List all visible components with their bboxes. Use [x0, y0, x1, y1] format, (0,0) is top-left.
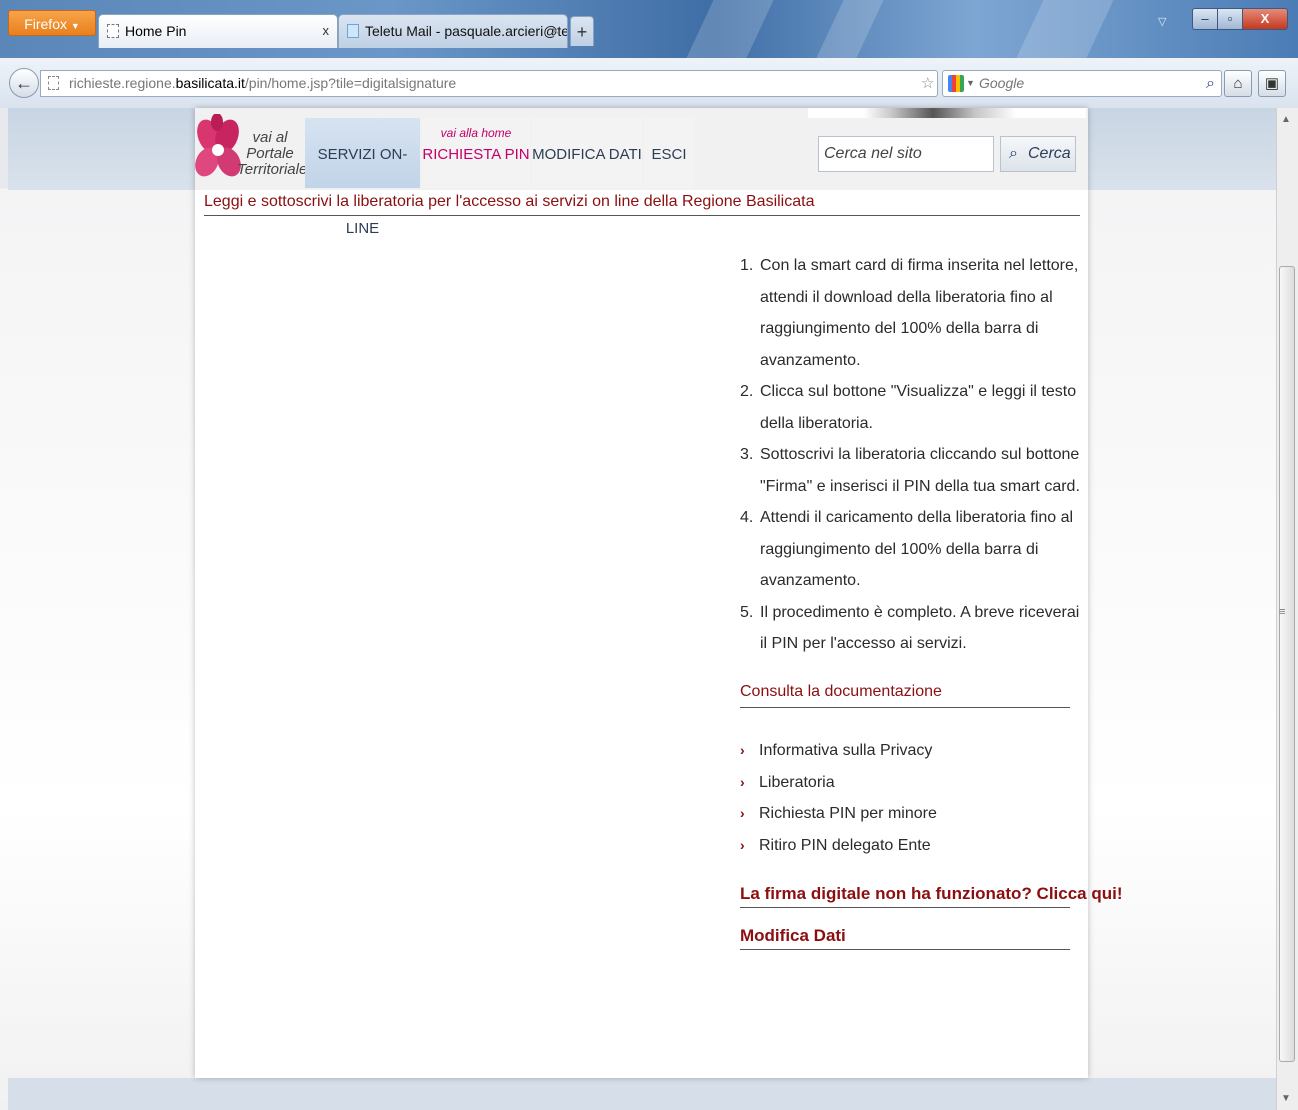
- nav-richiesta-pin[interactable]: vai alla home RICHIESTA PIN: [422, 118, 530, 188]
- search-icon[interactable]: ⌕: [1206, 71, 1215, 96]
- google-icon[interactable]: [948, 75, 964, 92]
- portal-logo[interactable]: vai al Portale Territoriale: [195, 110, 308, 188]
- chevron-right-icon: ›: [740, 836, 745, 853]
- modify-data-link[interactable]: Modifica Dati: [740, 926, 1070, 950]
- step-number: 3.: [740, 446, 754, 463]
- chevron-right-icon: ›: [740, 742, 745, 758]
- doc-link-label: Informativa sulla Privacy: [759, 742, 933, 759]
- tab-home-pin[interactable]: Home Pin x: [98, 14, 338, 48]
- chevron-down-icon: ▼: [70, 21, 80, 31]
- grip-icon: ≡: [1279, 606, 1286, 618]
- blank-page-icon: [107, 24, 119, 38]
- home-icon[interactable]: ⌂: [1224, 70, 1252, 97]
- doc-link-label: Richiesta PIN per minore: [759, 805, 937, 822]
- chevron-right-icon: ›: [740, 773, 745, 790]
- back-arrow-icon[interactable]: ←: [9, 68, 39, 98]
- instruction-step: 5. Il procedimento è completo. A breve ri…: [740, 597, 1080, 660]
- doc-link-label: Liberatoria: [759, 773, 835, 791]
- instruction-step: 2. Clicca sul bottone "Visualizza" e legg…: [740, 376, 1080, 439]
- close-tab-icon[interactable]: x: [323, 15, 330, 47]
- instruction-step: 4. Attendi il caricamento della liberator…: [740, 502, 1080, 597]
- logo-caption: vai al Portale Territoriale: [237, 129, 308, 178]
- firefox-menu-button[interactable]: Firefox ▼: [8, 10, 96, 36]
- close-window-button[interactable]: X: [1242, 8, 1288, 30]
- site-search-button[interactable]: ⌕ Cerca: [1000, 136, 1076, 172]
- maximize-button[interactable]: ▫: [1217, 8, 1243, 30]
- url-host: basilicata.it: [175, 75, 245, 91]
- search-bar[interactable]: ▼ Google ⌕: [942, 70, 1222, 97]
- step-text: Attendi il caricamento della liberatoria…: [760, 509, 1074, 589]
- nav-richiesta-label: RICHIESTA PIN: [422, 146, 530, 163]
- documentation-list: › Informativa sulla Privacy › Liberatoria …: [740, 735, 1070, 861]
- search-icon: ⌕: [1009, 145, 1018, 162]
- logo-line: Portale: [246, 145, 294, 162]
- doc-link-ritiro-pin[interactable]: › Ritiro PIN delegato Ente: [740, 830, 1070, 862]
- site-search-input[interactable]: Cerca nel sito: [818, 136, 994, 172]
- titlebar-decoration: [686, 0, 774, 58]
- titlebar-decoration: [1016, 0, 1114, 58]
- tab-list-icon[interactable]: ▽: [1158, 15, 1166, 28]
- header-photo: [808, 108, 1086, 118]
- addon-bar-icon[interactable]: ▣: [1258, 70, 1286, 97]
- scroll-down-icon[interactable]: ▼: [1281, 1093, 1291, 1104]
- site-identity-icon[interactable]: [48, 76, 59, 90]
- docs-section-title: Consulta la documentazione: [740, 683, 1070, 708]
- step-text: Sottoscrivi la liberatoria cliccando sul…: [760, 446, 1080, 495]
- step-text: Con la smart card di firma inserita nel …: [760, 257, 1079, 369]
- titlebar-decoration: [816, 0, 884, 58]
- step-text: Il procedimento è completo. A breve rice…: [760, 603, 1080, 653]
- tab-title: Home Pin: [125, 23, 187, 39]
- page-title: Leggi e sottoscrivi la liberatoria per l…: [204, 193, 1080, 216]
- vertical-scrollbar[interactable]: ▲ ≡ ▼: [1276, 108, 1298, 1110]
- logo-line: Territoriale: [237, 161, 308, 178]
- search-placeholder: Google: [979, 75, 1025, 91]
- doc-link-label: Ritiro PIN delegato Ente: [759, 836, 931, 854]
- doc-link-liberatoria[interactable]: › Liberatoria: [740, 767, 1070, 799]
- mail-icon: [347, 24, 359, 38]
- flower-logo-icon: [195, 114, 241, 177]
- close-tab-icon[interactable]: ×: [551, 15, 559, 47]
- nav-modifica-dati[interactable]: MODIFICA DATI: [532, 118, 642, 188]
- navigation-toolbar: ← richieste.regione.basilicata.it/pin/ho…: [0, 58, 1298, 109]
- footer-band: [8, 1078, 1276, 1110]
- chevron-right-icon: ›: [740, 805, 745, 821]
- step-number: 4.: [740, 509, 754, 526]
- step-number: 1.: [740, 257, 754, 274]
- window-controls: – ▫ X: [1192, 8, 1288, 32]
- scrollbar-thumb[interactable]: [1279, 266, 1295, 1062]
- step-text: Clicca sul bottone "Visualizza" e leggi …: [760, 383, 1077, 432]
- instruction-step: 3. Sottoscrivi la liberatoria cliccando s…: [740, 439, 1080, 502]
- chevron-down-icon[interactable]: ▼: [966, 71, 975, 96]
- url-bar[interactable]: richieste.regione.basilicata.it/pin/home…: [40, 70, 938, 97]
- scroll-up-icon[interactable]: ▲: [1281, 114, 1291, 125]
- doc-link-pin-minore[interactable]: › Richiesta PIN per minore: [740, 798, 1070, 830]
- site-search-button-label: Cerca: [1028, 145, 1071, 162]
- step-number: 2.: [740, 383, 754, 400]
- doc-link-privacy[interactable]: › Informativa sulla Privacy: [740, 735, 1070, 767]
- firefox-menu-label: Firefox: [24, 16, 67, 32]
- tab-teletu-mail[interactable]: Teletu Mail - pasquale.arcieri@teletu...…: [338, 14, 568, 48]
- home-hint[interactable]: vai alla home: [422, 126, 530, 140]
- logo-line: vai al: [252, 129, 288, 146]
- minimize-button[interactable]: –: [1192, 8, 1218, 30]
- nav-servizi-online[interactable]: SERVIZI ON-LINE: [305, 118, 420, 237]
- url-prefix: richieste.regione.: [69, 75, 176, 91]
- signature-help-link[interactable]: La firma digitale non ha funzionato? Cli…: [740, 884, 1123, 908]
- instruction-step: 1. Con la smart card di firma inserita ne…: [740, 250, 1080, 376]
- nav-esci[interactable]: ESCI: [644, 118, 694, 188]
- instructions-list: 1. Con la smart card di firma inserita ne…: [740, 250, 1080, 660]
- bookmark-star-icon[interactable]: ☆ ▾ C: [921, 71, 937, 96]
- step-number: 5.: [740, 603, 754, 621]
- url-path: /pin/home.jsp?tile=digitalsignature: [244, 75, 457, 91]
- tab-title: Teletu Mail - pasquale.arcieri@teletu...…: [365, 23, 568, 39]
- new-tab-button[interactable]: +: [570, 16, 594, 46]
